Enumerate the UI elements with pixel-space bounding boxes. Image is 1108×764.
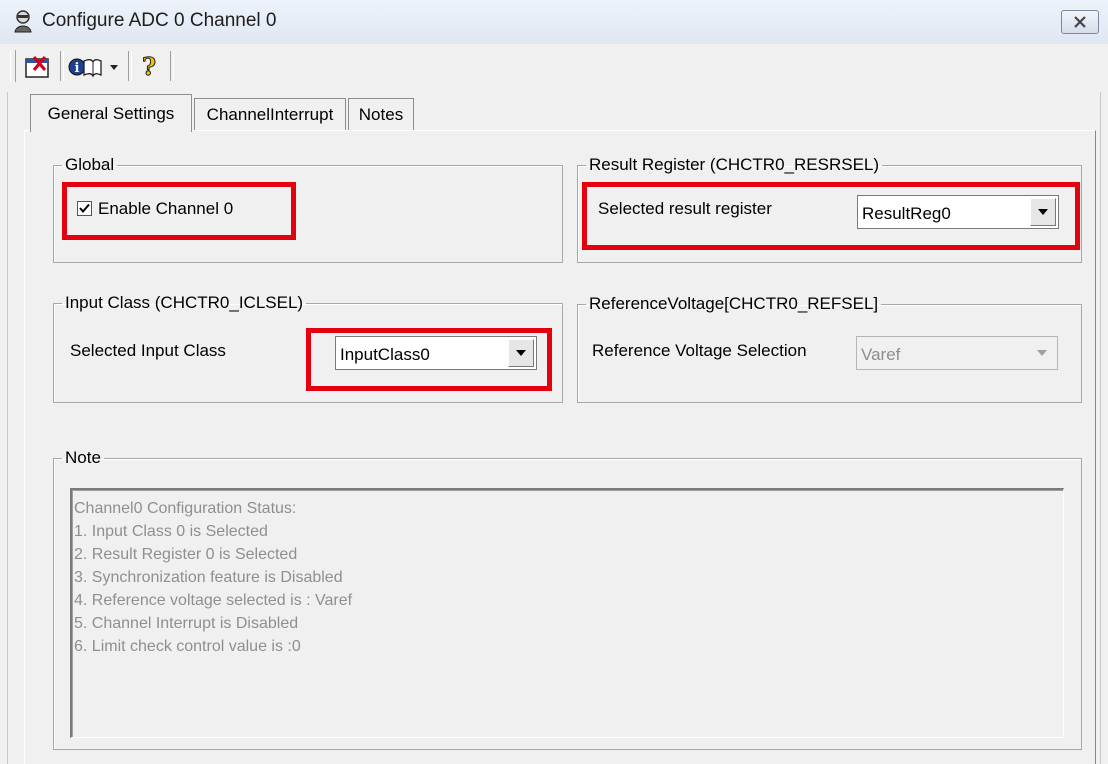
app-icon [12, 9, 34, 33]
reference-voltage-select[interactable]: Varef [856, 336, 1058, 370]
close-config-button[interactable] [23, 53, 53, 81]
tab-notes[interactable]: Notes [348, 98, 414, 130]
tab-label: Notes [358, 104, 404, 124]
result-register-select[interactable]: ResultReg0 [857, 195, 1059, 229]
input-class-select[interactable]: InputClass0 [335, 336, 537, 370]
group-title: Result Register (CHCTR0_RESRSEL) [589, 155, 880, 174]
chevron-down-icon [1037, 350, 1047, 356]
enable-channel-label[interactable]: Enable Channel 0 [98, 199, 233, 219]
info-button[interactable]: i [68, 53, 102, 81]
tab-general-settings[interactable]: General Settings [30, 94, 192, 132]
note-line: 2. Result Register 0 is Selected [74, 546, 298, 563]
svg-text:?: ? [142, 53, 156, 81]
select-value: ResultReg0 [862, 204, 951, 223]
group-title: Input Class (CHCTR0_ICLSEL) [65, 293, 304, 312]
select-value: Varef [861, 345, 901, 364]
close-config-icon [25, 55, 49, 78]
window-title: Configure ADC 0 Channel 0 [42, 10, 277, 31]
select-value: InputClass0 [340, 345, 430, 364]
note-line: 4. Reference voltage selected is : Varef [74, 592, 353, 609]
toolbar: i ? [0, 44, 1108, 92]
tab-label: ChannelInterrupt [206, 104, 334, 124]
dropdown-arrow-icon [110, 65, 118, 70]
note-line: Channel0 Configuration Status: [74, 500, 297, 517]
window-border-left [0, 92, 8, 764]
toolbar-separator [128, 51, 132, 81]
reference-voltage-label: Reference Voltage Selection [592, 341, 807, 360]
info-dropdown-button[interactable] [106, 55, 122, 79]
chevron-down-icon [1038, 209, 1048, 215]
help-icon: ? [141, 52, 156, 82]
select-arrow-button[interactable] [508, 339, 534, 367]
window-close-button[interactable] [1061, 10, 1099, 34]
group-title: Global [65, 155, 115, 174]
note-line: 5. Channel Interrupt is Disabled [74, 615, 299, 632]
toolbar-separator [170, 51, 174, 81]
enable-channel-checkbox[interactable] [77, 201, 92, 216]
select-arrow-button[interactable] [1030, 198, 1056, 226]
toolbar-separator [60, 51, 64, 81]
group-title: Note [65, 448, 101, 467]
tab-label: General Settings [47, 103, 175, 123]
toolbar-grip[interactable] [10, 50, 16, 82]
note-line: 1. Input Class 0 is Selected [74, 523, 268, 540]
window-border-right [1100, 92, 1108, 764]
svg-text:i: i [75, 61, 80, 76]
tab-channel-interrupt[interactable]: ChannelInterrupt [194, 98, 346, 130]
input-class-label: Selected Input Class [70, 341, 226, 360]
close-icon [1074, 16, 1086, 28]
help-button[interactable]: ? [137, 52, 161, 82]
note-line: 6. Limit check control value is :0 [74, 638, 301, 655]
chevron-down-icon [516, 350, 526, 356]
select-arrow-button [1029, 339, 1055, 367]
note-line: 3. Synchronization feature is Disabled [74, 569, 343, 586]
note-textarea[interactable]: Channel0 Configuration Status: 1. Input … [70, 488, 1064, 738]
info-book-icon: i [68, 58, 102, 78]
result-register-label: Selected result register [598, 199, 772, 218]
group-title: ReferenceVoltage[CHCTR0_REFSEL] [589, 294, 879, 313]
checkmark-icon [79, 203, 90, 214]
